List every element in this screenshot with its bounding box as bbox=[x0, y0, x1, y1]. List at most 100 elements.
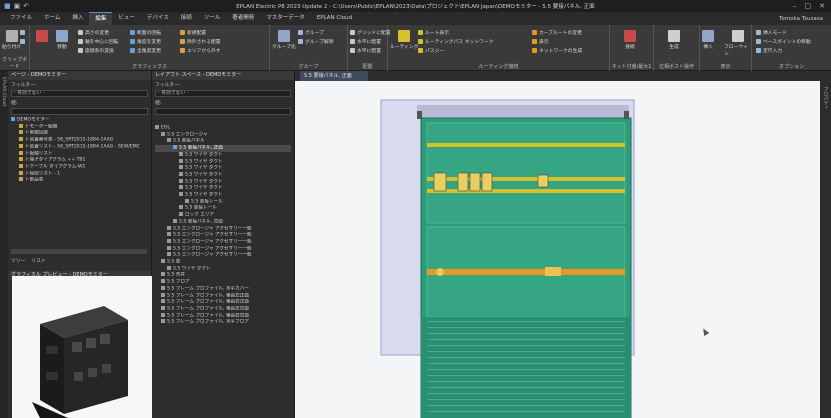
quick-access-toolbar[interactable]: ■ ▣ ↶ bbox=[0, 2, 60, 10]
tree-item[interactable]: DEMOモミター bbox=[11, 117, 148, 124]
pages-value-input[interactable] bbox=[11, 108, 148, 115]
ribbon-item-angle[interactable]: 角度を変更 bbox=[130, 38, 161, 45]
menu-tab-master-data[interactable]: マスターデータ bbox=[260, 12, 311, 25]
menu-tab-view[interactable]: ビュー bbox=[112, 12, 141, 25]
tree-item[interactable]: 5.5 エンクロージャ アクセサリー一般 bbox=[155, 232, 291, 239]
properties-side-strip[interactable]: プロパティ bbox=[820, 81, 831, 418]
tree-item[interactable]: ト制御回路 bbox=[11, 130, 148, 137]
pages-scrollbar[interactable] bbox=[11, 249, 147, 254]
ribbon-item-network[interactable]: ネットワークの生成 bbox=[532, 47, 582, 54]
tree-item[interactable]: 5.5 ワイヤ ダクト bbox=[155, 265, 291, 273]
ribbon-item-section-rotate[interactable]: 断面の回転 bbox=[130, 29, 161, 36]
tree-item-selected[interactable]: 5.5 要接パネル, 正面 bbox=[155, 145, 291, 152]
ribbon-item-new-placement[interactable]: 新規配置 bbox=[180, 29, 206, 36]
tree-item[interactable]: ロック エリア bbox=[155, 212, 291, 219]
ribbon-item-excluded[interactable]: 除外される配置 bbox=[180, 38, 221, 45]
tree-item[interactable]: 5.5 フロア bbox=[155, 279, 291, 286]
tree-item[interactable]: 5.5 ワイヤ ダクト bbox=[155, 192, 291, 199]
tree-item[interactable]: 5.5 フレーム プロファイル, 垂直左正面 bbox=[155, 292, 291, 300]
tree-item[interactable]: 5.5 エンクロージャ bbox=[155, 131, 291, 139]
ribbon-item-grid[interactable]: グリッドに配置 bbox=[350, 29, 391, 36]
ribbon-item-rotate-axis[interactable]: 軸を中心に回転 bbox=[78, 38, 119, 45]
move-button[interactable]: 移動 bbox=[56, 30, 68, 50]
tree-item[interactable]: 5.5 天井 bbox=[155, 272, 291, 279]
menu-tab-edit[interactable]: 編集 bbox=[89, 12, 113, 25]
ribbon-item-insert-mode[interactable]: 挿入モード bbox=[756, 29, 787, 36]
minimize-icon[interactable]: – bbox=[793, 2, 797, 10]
insert-button[interactable]: 挿入 bbox=[702, 30, 714, 50]
ribbon-item-all-angle[interactable]: 全角度変更 bbox=[130, 47, 161, 54]
tree-item[interactable]: 5.5 ワイヤ ダクト bbox=[155, 165, 291, 172]
copy-icon[interactable] bbox=[20, 39, 25, 44]
routing-button[interactable]: ルーティング bbox=[390, 30, 419, 50]
tree-item[interactable]: 5.5 エンクロージャ アクセサリー一般 bbox=[155, 245, 291, 253]
menu-tab-author[interactable]: 著者開発 bbox=[226, 12, 260, 25]
menu-tab-insert[interactable]: 挿入 bbox=[66, 12, 89, 25]
group-button[interactable]: グループ化 bbox=[272, 30, 296, 50]
tree-item[interactable]: 5.5 ワイヤ ダクト bbox=[155, 171, 291, 179]
flow-button[interactable]: フローウィン bbox=[724, 30, 751, 57]
tree-item[interactable]: 5.5 ワイヤ ダクト bbox=[155, 185, 291, 192]
save-icon[interactable]: ▣ bbox=[14, 2, 21, 10]
tree-item[interactable]: 5.5 ワイヤ ダクト bbox=[155, 151, 291, 159]
ribbon-item-group[interactable]: グループ bbox=[298, 29, 324, 36]
tree-item[interactable]: 5.5 エンクロージャ アクセサリー一般 bbox=[155, 252, 291, 259]
cut-icon[interactable] bbox=[20, 30, 25, 35]
tree-item[interactable]: 5.5 ワイヤ ダクト bbox=[155, 158, 291, 166]
tree-item[interactable]: 5.5 要接レール bbox=[155, 205, 291, 212]
tree-item[interactable]: 5.5 フレーム プロファイル, 垂直右背面 bbox=[155, 312, 291, 320]
ribbon-item-curve-route[interactable]: カーブルートの変更 bbox=[532, 29, 582, 36]
ribbon-item-routing-path[interactable]: ルーティングパス ネットワーク bbox=[418, 38, 493, 45]
menu-tab-home[interactable]: ホーム bbox=[38, 12, 66, 25]
tree-item[interactable]: 5.5 扉 bbox=[155, 259, 291, 266]
menu-tab-tools[interactable]: ツール bbox=[198, 12, 227, 25]
tree-item[interactable]: 5.5 ワイヤ ダクト bbox=[155, 178, 291, 186]
ribbon-item-horizontal-2[interactable]: 水平に配置 bbox=[350, 47, 381, 54]
tree-item[interactable]: EOL bbox=[155, 125, 291, 132]
tree-item[interactable]: 5.5 フレーム プロファイル, 垂直右正面 bbox=[155, 299, 291, 306]
tree-item[interactable]: 5.5 フレーム プロファイル, 水平フロア bbox=[155, 319, 291, 326]
tree-item[interactable]: ト接続リスト - 1 bbox=[11, 170, 148, 178]
document-tab-active[interactable]: 5.5 要接パネル, 正面 bbox=[300, 71, 368, 81]
ribbon-item-area-out[interactable]: エリアから外す bbox=[180, 47, 221, 54]
tree-item[interactable]: 5.5 フレーム プロファイル, 水平カバー bbox=[155, 285, 291, 293]
tree-item[interactable]: トモーター組織 bbox=[11, 123, 148, 131]
close-icon[interactable]: ✕ bbox=[819, 2, 825, 10]
layout-canvas[interactable] bbox=[295, 81, 831, 418]
layout-filter-select[interactable]: - 有効でない - bbox=[155, 90, 291, 97]
layout-value-input[interactable] bbox=[155, 108, 291, 115]
tree-item[interactable]: 5.5 要接パネル bbox=[155, 138, 291, 145]
menu-tab-cloud[interactable]: EPLAN Cloud bbox=[311, 12, 358, 25]
tree-item[interactable]: トケーブル ダイアグラム-W1 bbox=[11, 163, 148, 171]
menu-tab-file[interactable]: ファイル bbox=[4, 12, 38, 25]
ribbon-item-coord[interactable]: 座標系の変換 bbox=[78, 47, 114, 54]
tab-tree[interactable]: ツリー bbox=[11, 257, 25, 265]
tree-item[interactable]: ト装置番号表 - 58_SRT2015-1884-1AAG bbox=[11, 137, 148, 144]
ribbon-item-base-point[interactable]: ベースポイントの移動 bbox=[756, 38, 811, 45]
ribbon-item-horizontal[interactable]: 水平に配置 bbox=[350, 38, 381, 45]
tree-item[interactable]: 5.5 要接パネル, 背面 bbox=[155, 218, 291, 226]
ribbon-item-route-view[interactable]: ルート表示 bbox=[418, 29, 449, 36]
tree-item[interactable]: 5.5 フレーム プロファイル, 垂直左背面 bbox=[155, 305, 291, 313]
menu-tab-device[interactable]: デバイス bbox=[141, 12, 175, 25]
tree-item[interactable]: ト部品表 bbox=[11, 177, 148, 184]
tree-item[interactable]: ト装置リスト - 58_SRT2015-1884-1AAG - SEW/EMC bbox=[11, 143, 148, 151]
ribbon-item-display[interactable]: 表示 bbox=[532, 38, 549, 45]
tree-item[interactable]: 5.5 エンクロージャ アクセサリー一般 bbox=[155, 225, 291, 233]
pages-filter-select[interactable]: - 有効でない - bbox=[11, 90, 148, 97]
delete-button[interactable] bbox=[36, 30, 48, 43]
tree-item[interactable]: 5.5 エンクロージャ アクセサリー一般 bbox=[155, 238, 291, 246]
ribbon-item-height[interactable]: 高さの変更 bbox=[78, 29, 109, 36]
user-name[interactable]: Tomoka Tsuzasa bbox=[779, 16, 831, 22]
menu-tab-connection[interactable]: 接続 bbox=[175, 12, 198, 25]
preview-viewport[interactable] bbox=[12, 276, 152, 418]
ribbon-item-path[interactable]: パスジー bbox=[418, 47, 444, 54]
tree-item[interactable]: ト配線リスト bbox=[11, 150, 148, 158]
maximize-icon[interactable]: □ bbox=[805, 2, 812, 10]
net-button[interactable]: 接続 bbox=[624, 30, 636, 50]
ribbon-item-ungroup[interactable]: グループ解除 bbox=[298, 38, 334, 45]
undo-icon[interactable]: ↶ bbox=[23, 2, 29, 10]
cloud-side-strip[interactable]: EPLAN Cloud bbox=[0, 71, 8, 418]
tree-item[interactable]: 5.5 要接レール bbox=[155, 198, 291, 206]
generate-button[interactable]: 生成 bbox=[668, 30, 680, 50]
